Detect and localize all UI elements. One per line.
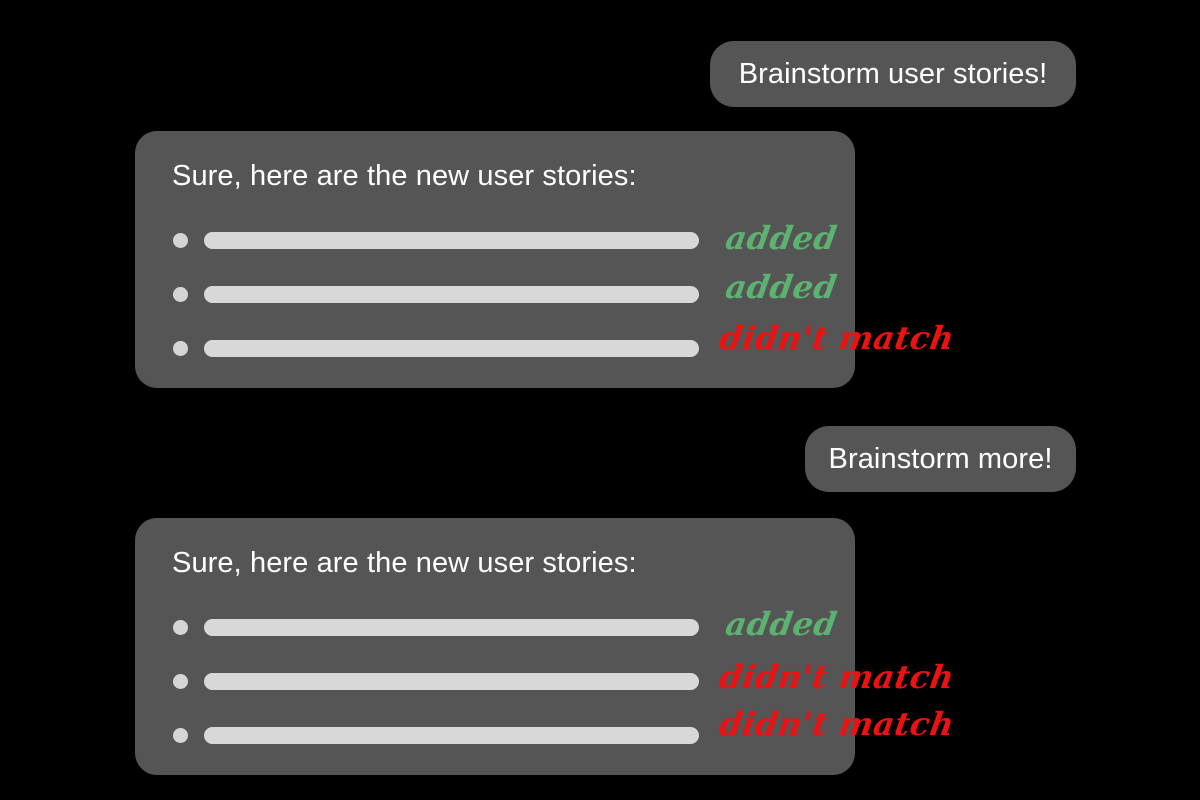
bullet-icon	[173, 340, 188, 356]
story-annotation-added: added	[722, 219, 840, 257]
list-item[interactable]	[173, 672, 699, 690]
user-message-text: Brainstorm more!	[828, 442, 1053, 475]
story-placeholder-bar	[204, 672, 699, 690]
bullet-icon	[173, 286, 188, 302]
story-annotation-added: added	[722, 268, 840, 306]
user-message-text: Brainstorm user stories!	[738, 57, 1048, 90]
bullet-icon	[173, 232, 188, 248]
story-placeholder-bar	[204, 726, 699, 744]
conversation-thread: Brainstorm user stories! Sure, here are …	[0, 0, 1200, 800]
bullet-icon	[173, 673, 188, 689]
bullet-icon	[173, 619, 188, 635]
story-annotation-didnt-match: didn't match	[716, 658, 958, 696]
list-item[interactable]	[173, 231, 699, 249]
list-item[interactable]	[173, 339, 699, 357]
user-message-bubble[interactable]: Brainstorm more!	[805, 426, 1076, 492]
story-annotation-didnt-match: didn't match	[716, 705, 958, 743]
story-placeholder-bar	[204, 339, 699, 357]
list-item[interactable]	[173, 285, 699, 303]
bullet-icon	[173, 727, 188, 743]
list-item[interactable]	[173, 726, 699, 744]
story-placeholder-bar	[204, 618, 699, 636]
list-item[interactable]	[173, 618, 699, 636]
story-placeholder-bar	[204, 231, 699, 249]
user-message-bubble[interactable]: Brainstorm user stories!	[710, 41, 1076, 107]
story-annotation-didnt-match: didn't match	[716, 319, 958, 357]
story-placeholder-bar	[204, 285, 699, 303]
story-annotation-added: added	[722, 605, 840, 643]
